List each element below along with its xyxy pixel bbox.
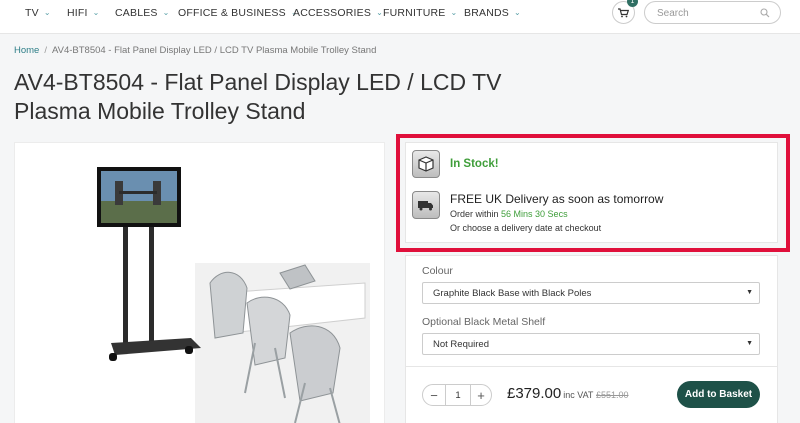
page-title-line1: AV4-BT8504 - Flat Panel Display LED / LC…: [14, 69, 502, 95]
dropdown-arrow-icon: ▼: [746, 289, 753, 296]
nav-item-label: OFFICE & BUSINESS: [178, 7, 286, 19]
old-price: £551.00: [596, 390, 629, 400]
nav-item-brands[interactable]: BRANDS ⌄: [464, 0, 521, 26]
nav-item-label: FURNITURE: [383, 7, 446, 19]
shelf-select[interactable]: Not Required ▼: [422, 333, 760, 355]
vat-label: inc VAT: [563, 390, 594, 400]
breadcrumb-separator: /: [44, 45, 47, 56]
chevron-down-icon: ⌄: [513, 7, 521, 17]
nav-item-furniture[interactable]: FURNITURE ⌄: [383, 0, 457, 26]
chevron-down-icon: ⌄: [43, 7, 51, 17]
options-divider: [405, 366, 778, 367]
box-icon: [412, 150, 440, 178]
add-to-basket-button[interactable]: Add to Basket: [677, 381, 760, 408]
price-value: £379.00: [507, 385, 562, 402]
shelf-label: Optional Black Metal Shelf: [422, 316, 546, 328]
cart-count-badge: 1: [627, 0, 638, 7]
quantity-decrease-button[interactable]: −: [424, 385, 444, 405]
dropdown-arrow-icon: ▼: [746, 340, 753, 347]
breadcrumb: Home / AV4-BT8504 - Flat Panel Display LED…: [14, 45, 376, 56]
delivery-date-note: Or choose a delivery date at checkout: [450, 223, 602, 233]
nav-item-label: CABLES: [115, 7, 158, 19]
chevron-down-icon: ⌄: [162, 7, 170, 17]
search-input[interactable]: [657, 6, 757, 20]
shelf-selected-value: Not Required: [433, 338, 489, 350]
nav-item-tv[interactable]: TV ⌄: [25, 0, 51, 26]
order-within-line: Order within 56 Mins 30 Secs: [450, 209, 568, 219]
stock-status: In Stock!: [450, 158, 499, 170]
price: £379.00 inc VAT: [507, 385, 593, 402]
shopping-cart-icon: [618, 7, 629, 17]
nav-item-hifi[interactable]: HIFI ⌄: [67, 0, 100, 26]
page-title: AV4-BT8504 - Flat Panel Display LED / LC…: [14, 68, 574, 126]
nav-item-label: ACCESSORIES: [293, 7, 372, 19]
breadcrumb-current: AV4-BT8504 - Flat Panel Display LED / LC…: [51, 45, 377, 56]
chevron-down-icon: ⌄: [450, 7, 458, 17]
product-image-card[interactable]: [14, 142, 385, 423]
quantity-stepper: − 1 +: [422, 384, 492, 406]
search-icon[interactable]: [760, 8, 770, 18]
breadcrumb-home-link[interactable]: Home: [14, 45, 39, 56]
nav-item-accessories[interactable]: ACCESSORIES ⌄: [293, 0, 383, 26]
page-title-line2: Plasma Mobile Trolley Stand: [14, 98, 306, 124]
chevron-down-icon: ⌄: [92, 7, 100, 17]
countdown-timer: 56 Mins 30 Secs: [501, 209, 568, 219]
nav-item-cables[interactable]: CABLES ⌄: [115, 0, 170, 26]
product-image: [97, 167, 370, 423]
nav-item-label: TV: [25, 7, 39, 19]
colour-selected-value: Graphite Black Base with Black Poles: [433, 287, 592, 299]
top-navigation: TV ⌄ HIFI ⌄ CABLES ⌄ OFFICE & BUSINESS ⌄ ACC…: [0, 0, 800, 34]
nav-item-label: BRANDS: [464, 7, 509, 19]
colour-label: Colour: [422, 265, 453, 277]
delivery-title: FREE UK Delivery as soon as tomorrow: [450, 192, 664, 206]
colour-select[interactable]: Graphite Black Base with Black Poles ▼: [422, 282, 760, 304]
delivery-truck-icon: [412, 191, 440, 219]
chevron-down-icon: ⌄: [376, 7, 383, 17]
quantity-increase-button[interactable]: +: [471, 385, 491, 405]
quantity-value[interactable]: 1: [445, 385, 471, 405]
cart-button[interactable]: 1: [612, 0, 638, 24]
nav-item-label: HIFI: [67, 7, 88, 19]
nav-item-office-business[interactable]: OFFICE & BUSINESS ⌄: [178, 0, 298, 26]
search-box: [644, 1, 781, 24]
order-within-label: Order within: [450, 209, 499, 219]
